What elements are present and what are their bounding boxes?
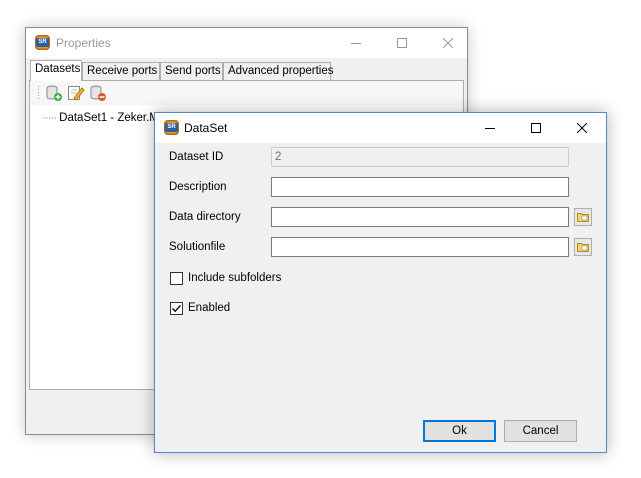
app-icon: SR (164, 120, 179, 135)
minimize-button[interactable] (333, 28, 379, 58)
minimize-icon (485, 128, 495, 129)
add-dataset-button[interactable] (45, 84, 63, 102)
folder-icon (577, 213, 589, 222)
edit-dataset-button[interactable] (67, 84, 85, 102)
description-label: Description (169, 181, 227, 193)
tab-send-ports[interactable]: Send ports (160, 62, 223, 80)
close-button[interactable] (425, 28, 471, 58)
cancel-button[interactable]: Cancel (504, 420, 577, 442)
maximize-button[interactable] (513, 113, 559, 143)
include-subfolders-checkbox[interactable] (170, 272, 183, 285)
delete-dataset-button[interactable] (89, 84, 107, 102)
properties-titlebar[interactable]: SR Properties (26, 28, 467, 58)
minimize-icon (351, 43, 361, 44)
ok-button[interactable]: Ok (423, 420, 496, 442)
enabled-checkbox[interactable] (170, 302, 183, 315)
properties-title: Properties (56, 36, 111, 50)
tree-item-dataset[interactable]: ····· DataSet1 - Zeker.Mc (42, 112, 165, 124)
dataset-id-field (271, 147, 569, 167)
maximize-button[interactable] (379, 28, 425, 58)
delete-dataset-icon (90, 85, 106, 101)
data-directory-field[interactable] (271, 207, 569, 227)
dataset-dialog: SR DataSet Dataset ID Description Data d… (154, 112, 607, 453)
tab-receive-ports[interactable]: Receive ports (82, 62, 160, 80)
include-subfolders-label[interactable]: Include subfolders (188, 272, 281, 284)
solutionfile-field[interactable] (271, 237, 569, 257)
dataset-title: DataSet (184, 121, 228, 135)
close-button[interactable] (559, 113, 605, 143)
toolbar-grip[interactable] (38, 86, 39, 100)
folder-icon (577, 243, 589, 252)
tab-datasets[interactable]: Datasets (30, 60, 82, 81)
datasets-toolbar (30, 81, 463, 105)
browse-solutionfile-button[interactable] (574, 238, 592, 256)
description-field[interactable] (271, 177, 569, 197)
close-icon (443, 38, 453, 48)
minimize-button[interactable] (467, 113, 513, 143)
checkmark-icon (172, 304, 181, 313)
edit-dataset-icon (68, 86, 85, 101)
add-dataset-icon (46, 85, 62, 101)
maximize-icon (531, 123, 541, 133)
dataset-titlebar[interactable]: SR DataSet (155, 113, 606, 143)
dataset-id-label: Dataset ID (169, 151, 224, 163)
browse-data-directory-button[interactable] (574, 208, 592, 226)
maximize-icon (397, 38, 407, 48)
solutionfile-label: Solutionfile (169, 241, 226, 253)
tree-item-label: DataSet1 - Zeker.Mc (59, 112, 165, 124)
data-directory-label: Data directory (169, 211, 241, 223)
app-icon: SR (35, 35, 50, 50)
tab-advanced-properties[interactable]: Advanced properties (223, 62, 333, 80)
tree-connector: ····· (42, 112, 57, 124)
enabled-label[interactable]: Enabled (188, 302, 230, 314)
close-icon (577, 123, 587, 133)
